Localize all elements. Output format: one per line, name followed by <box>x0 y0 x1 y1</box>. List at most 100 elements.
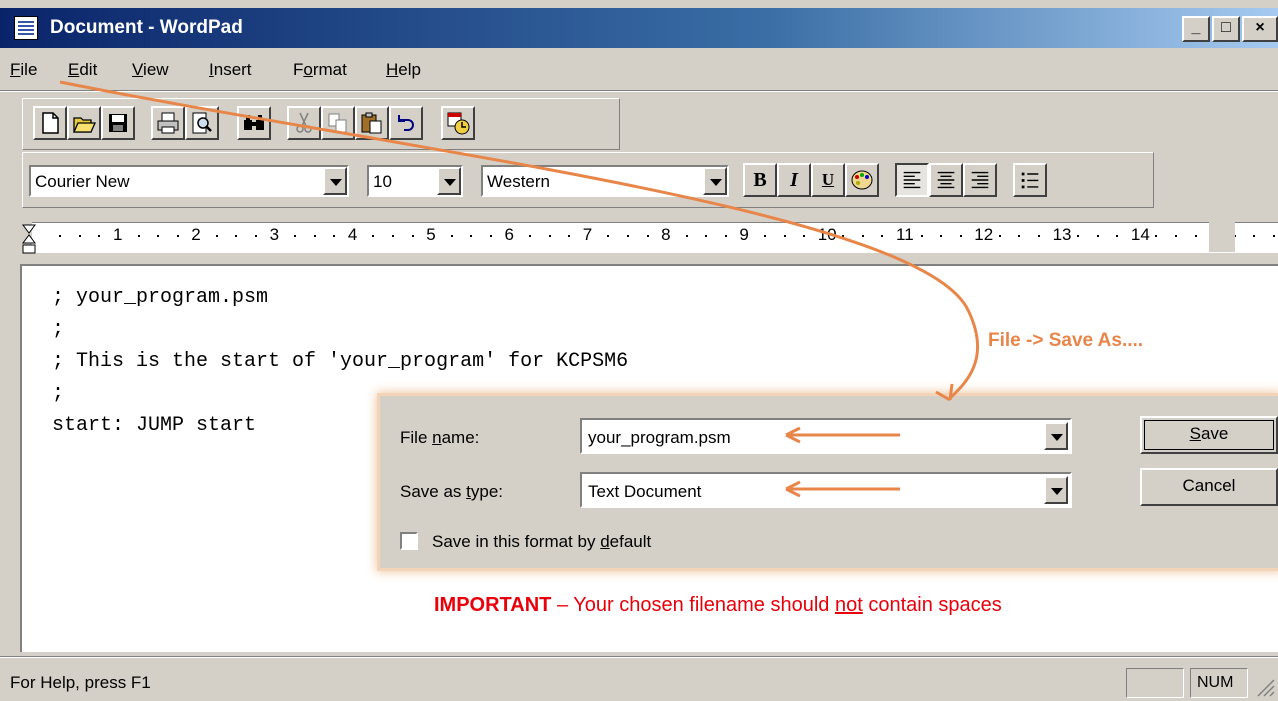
ruler-number: 10 <box>817 225 837 244</box>
color-button[interactable] <box>845 163 879 197</box>
font-name-combo[interactable]: Courier New <box>29 165 349 197</box>
chevron-down-icon[interactable] <box>1044 422 1068 450</box>
menu-file-label: ile <box>20 60 38 79</box>
font-size-combo[interactable]: 10 <box>367 165 463 197</box>
ruler[interactable]: 12345678910111213141516 <box>22 222 1278 254</box>
bullets-button[interactable] <box>1013 163 1047 197</box>
important-note-post: contain spaces <box>862 594 1002 616</box>
cut-button[interactable] <box>287 106 321 140</box>
ruler-tick <box>724 235 727 237</box>
date-time-icon <box>447 112 470 135</box>
date-time-button[interactable] <box>441 106 475 140</box>
italic-button[interactable]: I <box>777 163 811 197</box>
ruler-number: 11 <box>896 225 914 244</box>
bold-button[interactable]: B <box>743 163 777 197</box>
align-left-icon <box>903 171 921 189</box>
status-help-text: For Help, press F1 <box>10 673 151 692</box>
paste-button[interactable] <box>355 106 389 140</box>
cancel-button[interactable]: Cancel <box>1140 468 1278 506</box>
ruler-tick <box>235 235 238 237</box>
align-center-button[interactable] <box>929 163 963 197</box>
menu-insert[interactable]: Insert <box>209 60 252 80</box>
ruler-tick <box>607 235 610 237</box>
cut-icon <box>296 112 312 133</box>
chevron-down-icon[interactable] <box>437 167 461 195</box>
ruler-number: 8 <box>661 225 671 244</box>
file-name-value: your_program.psm <box>588 428 731 447</box>
copy-button[interactable] <box>321 106 355 140</box>
ruler-tick <box>842 235 845 237</box>
print-preview-button[interactable] <box>185 106 219 140</box>
undo-button[interactable] <box>389 106 423 140</box>
paste-icon <box>361 112 382 134</box>
ruler-tick <box>489 235 492 237</box>
open-button[interactable] <box>67 106 101 140</box>
align-center-icon <box>937 171 955 189</box>
ruler-tick <box>1175 235 1178 237</box>
ruler-tick <box>763 235 766 237</box>
status-pane-empty <box>1126 668 1184 698</box>
ruler-tick <box>881 235 884 237</box>
undo-icon <box>398 115 414 131</box>
ruler-tick <box>529 235 532 237</box>
ruler-tick <box>255 235 258 237</box>
maximize-button[interactable]: □ <box>1212 16 1240 42</box>
ruler-tick <box>705 235 708 237</box>
underline-button[interactable]: U <box>811 163 845 197</box>
chevron-down-icon[interactable] <box>1044 476 1068 504</box>
new-button[interactable] <box>33 106 67 140</box>
ruler-tick <box>1116 235 1119 237</box>
code-line: ; This is the start of 'your_program' fo… <box>52 350 629 373</box>
ruler-tick <box>548 235 551 237</box>
print-preview-icon <box>192 112 212 134</box>
menu-format[interactable]: Format <box>293 60 347 80</box>
ruler-tick <box>959 235 962 237</box>
code-line: ; your_program.psm <box>52 286 269 309</box>
open-icon <box>72 117 97 133</box>
close-button[interactable]: × <box>1242 16 1278 42</box>
save-button[interactable] <box>101 106 135 140</box>
ruler-tick <box>333 235 336 237</box>
menu-edit[interactable]: Edit <box>68 60 97 80</box>
save-as-type-label-post: ype: <box>470 482 504 501</box>
save-dialog-button[interactable]: Save <box>1140 416 1278 454</box>
file-name-label-pre: File <box>400 428 433 447</box>
font-size-value: 10 <box>373 172 392 191</box>
print-icon <box>157 112 179 134</box>
menu-format-label: rmat <box>312 60 347 79</box>
menu-format-pre: F <box>293 60 304 79</box>
ruler-number: 5 <box>426 225 436 244</box>
script-combo[interactable]: Western <box>481 165 729 197</box>
save-default-checkbox[interactable] <box>400 532 418 550</box>
ruler-tick <box>392 235 395 237</box>
indent-marker-icon[interactable] <box>20 223 40 257</box>
window-title: Document - WordPad <box>50 17 243 38</box>
ruler-tick <box>685 235 688 237</box>
standard-toolbar <box>22 98 620 150</box>
menu-file-accel: F <box>10 60 21 79</box>
color-palette-icon <box>851 170 873 190</box>
wordpad-app-icon[interactable] <box>14 16 38 40</box>
menu-format-accel: o <box>303 60 313 79</box>
align-left-button[interactable] <box>895 163 929 197</box>
minimize-button[interactable]: _ <box>1182 16 1210 42</box>
ruler-tick <box>861 235 864 237</box>
new-icon <box>42 112 59 134</box>
code-line: start: JUMP start <box>52 414 257 437</box>
title-bar[interactable]: Document - WordPad _ □ × <box>0 8 1278 48</box>
align-right-button[interactable] <box>963 163 997 197</box>
file-name-input[interactable]: your_program.psm <box>580 418 1072 454</box>
save-as-type-select[interactable]: Text Document <box>580 472 1072 508</box>
chevron-down-icon[interactable] <box>703 167 727 195</box>
find-button[interactable] <box>237 106 271 140</box>
menu-help[interactable]: Help <box>386 60 421 80</box>
chevron-down-icon[interactable] <box>323 167 347 195</box>
save-default-label[interactable]: Save in this format by default <box>432 532 651 552</box>
print-button[interactable] <box>151 106 185 140</box>
resize-grip-icon[interactable] <box>1254 676 1276 698</box>
ruler-tick <box>1194 235 1197 237</box>
menu-view[interactable]: View <box>132 60 169 80</box>
menu-file[interactable]: File <box>10 60 37 80</box>
ruler-tick <box>940 235 943 237</box>
num-lock-indicator: NUM <box>1190 668 1248 698</box>
